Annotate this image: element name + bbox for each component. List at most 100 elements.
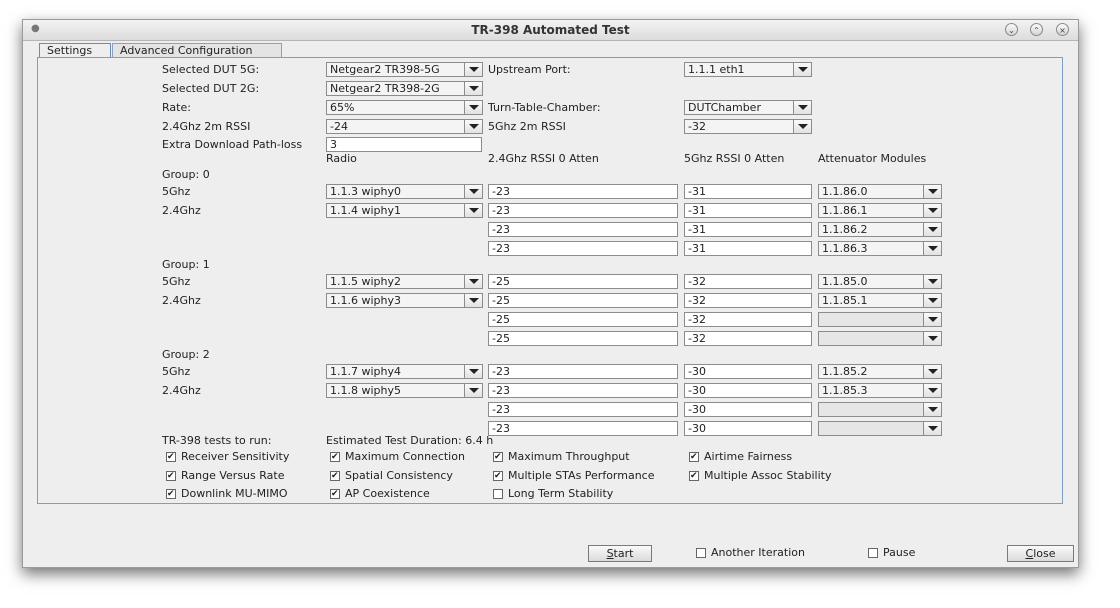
rssi5-select[interactable]: -32 [684, 119, 812, 134]
chevron-down-icon[interactable] [923, 275, 941, 288]
test-checkbox[interactable]: Multiple STAs Performance [493, 469, 655, 483]
chevron-down-icon[interactable] [464, 63, 482, 76]
title-bar[interactable]: ● TR-398 Automated Test ⌄ ⌃ × [23, 20, 1078, 41]
atten24-input[interactable]: -23 [488, 184, 678, 199]
attenuator-module-select[interactable] [818, 421, 942, 436]
attenuator-module-select[interactable] [818, 331, 942, 346]
test-checkbox[interactable]: Maximum Throughput [493, 450, 630, 464]
atten24-input[interactable]: -23 [488, 241, 678, 256]
chevron-down-icon[interactable] [923, 403, 941, 416]
chevron-down-icon[interactable] [464, 185, 482, 198]
test-checkbox[interactable]: Multiple Assoc Stability [689, 469, 831, 483]
chevron-down-icon[interactable] [464, 120, 482, 133]
atten5-input[interactable]: -30 [684, 421, 812, 436]
atten5-input[interactable]: -31 [684, 203, 812, 218]
atten5-input[interactable]: -30 [684, 383, 812, 398]
tab-advanced-configuration[interactable]: Advanced Configuration [112, 43, 282, 58]
chevron-down-icon[interactable] [923, 223, 941, 236]
pathloss-input[interactable]: 3 [326, 137, 482, 152]
radio-select[interactable]: 1.1.3 wiphy0 [326, 184, 483, 199]
atten5-input[interactable]: -32 [684, 274, 812, 289]
atten5-input[interactable]: -32 [684, 312, 812, 327]
pause-checkbox[interactable]: Pause [868, 546, 915, 560]
atten24-input[interactable]: -25 [488, 274, 678, 289]
radio-select[interactable]: 1.1.4 wiphy1 [326, 203, 483, 218]
minimize-icon[interactable]: ⌄ [1005, 23, 1018, 36]
attenuator-module-select[interactable]: 1.1.85.1 [818, 293, 942, 308]
chevron-down-icon[interactable] [923, 204, 941, 217]
rate-select[interactable]: 65% [326, 100, 483, 115]
radio-select[interactable]: 1.1.8 wiphy5 [326, 383, 483, 398]
close-window-icon[interactable]: × [1056, 23, 1069, 36]
test-checkbox[interactable]: Long Term Stability [493, 487, 613, 501]
attenuator-module-select[interactable]: 1.1.86.0 [818, 184, 942, 199]
chevron-down-icon[interactable] [464, 384, 482, 397]
atten5-input[interactable]: -30 [684, 364, 812, 379]
atten24-input[interactable]: -25 [488, 331, 678, 346]
attenuator-module-select[interactable]: 1.1.86.3 [818, 241, 942, 256]
attenuator-module-select[interactable]: 1.1.86.2 [818, 222, 942, 237]
test-checkbox[interactable]: Maximum Connection [330, 450, 465, 464]
chevron-down-icon[interactable] [923, 332, 941, 345]
chevron-down-icon[interactable] [793, 120, 811, 133]
checkbox-icon [689, 469, 699, 483]
test-checkbox[interactable]: Spatial Consistency [330, 469, 453, 483]
dut2g-select[interactable]: Netgear2 TR398-2G [326, 81, 483, 96]
atten24-input[interactable]: -23 [488, 402, 678, 417]
estimated-duration: Estimated Test Duration: 6.4 h [326, 434, 494, 447]
band-label: 2.4Ghz [162, 294, 201, 307]
col-atten5: 5Ghz RSSI 0 Atten [684, 152, 785, 165]
attenuator-module-select[interactable]: 1.1.85.0 [818, 274, 942, 289]
attenuator-module-select[interactable]: 1.1.86.1 [818, 203, 942, 218]
attenuator-module-select[interactable]: 1.1.85.3 [818, 383, 942, 398]
atten24-input[interactable]: -23 [488, 421, 678, 436]
chevron-down-icon[interactable] [793, 101, 811, 114]
chevron-down-icon[interactable] [923, 294, 941, 307]
atten5-input[interactable]: -32 [684, 293, 812, 308]
atten5-input[interactable]: -31 [684, 184, 812, 199]
test-checkbox[interactable]: Receiver Sensitivity [166, 450, 289, 464]
atten5-input[interactable]: -32 [684, 331, 812, 346]
upstream-select[interactable]: 1.1.1 eth1 [684, 62, 812, 77]
chevron-down-icon[interactable] [923, 313, 941, 326]
rssi24-select[interactable]: -24 [326, 119, 483, 134]
atten5-input[interactable]: -31 [684, 222, 812, 237]
maximize-icon[interactable]: ⌃ [1030, 23, 1043, 36]
test-checkbox[interactable]: AP Coexistence [330, 487, 430, 501]
atten24-input[interactable]: -25 [488, 312, 678, 327]
atten24-input[interactable]: -23 [488, 383, 678, 398]
attenuator-module-select[interactable] [818, 402, 942, 417]
attenuator-module-select[interactable] [818, 312, 942, 327]
dut5g-select[interactable]: Netgear2 TR398-5G [326, 62, 483, 77]
atten5-input[interactable]: -30 [684, 402, 812, 417]
chevron-down-icon[interactable] [464, 82, 482, 95]
chevron-down-icon[interactable] [464, 204, 482, 217]
atten5-input[interactable]: -31 [684, 241, 812, 256]
chevron-down-icon[interactable] [464, 365, 482, 378]
atten24-input[interactable]: -23 [488, 203, 678, 218]
turntable-select[interactable]: DUTChamber [684, 100, 812, 115]
another-iteration-checkbox[interactable]: Another Iteration [696, 546, 805, 560]
chevron-down-icon[interactable] [923, 242, 941, 255]
chevron-down-icon[interactable] [793, 63, 811, 76]
chevron-down-icon[interactable] [923, 365, 941, 378]
chevron-down-icon[interactable] [923, 384, 941, 397]
test-checkbox[interactable]: Airtime Fairness [689, 450, 792, 464]
radio-select[interactable]: 1.1.6 wiphy3 [326, 293, 483, 308]
chevron-down-icon[interactable] [464, 294, 482, 307]
start-button[interactable]: Start [588, 545, 652, 562]
chevron-down-icon[interactable] [464, 101, 482, 114]
test-checkbox[interactable]: Range Versus Rate [166, 469, 284, 483]
atten24-input[interactable]: -25 [488, 293, 678, 308]
attenuator-module-select[interactable]: 1.1.85.2 [818, 364, 942, 379]
close-button[interactable]: Close [1007, 545, 1074, 562]
upstream-label: Upstream Port: [488, 63, 571, 76]
chevron-down-icon[interactable] [464, 275, 482, 288]
test-checkbox[interactable]: Downlink MU-MIMO [166, 487, 288, 501]
atten24-input[interactable]: -23 [488, 364, 678, 379]
chevron-down-icon[interactable] [923, 422, 941, 435]
radio-select[interactable]: 1.1.5 wiphy2 [326, 274, 483, 289]
atten24-input[interactable]: -23 [488, 222, 678, 237]
radio-select[interactable]: 1.1.7 wiphy4 [326, 364, 483, 379]
chevron-down-icon[interactable] [923, 185, 941, 198]
